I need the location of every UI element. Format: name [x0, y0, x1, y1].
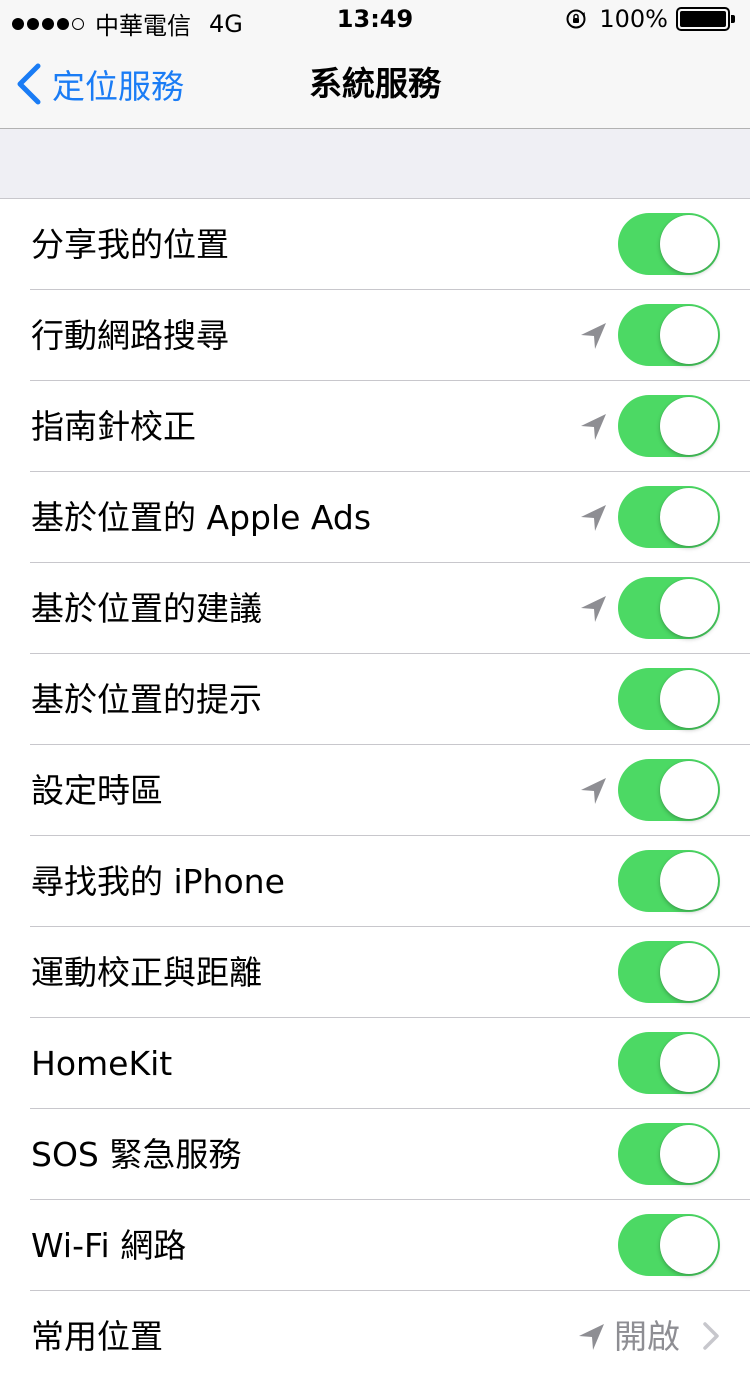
setting-toggle[interactable]	[618, 1123, 720, 1185]
setting-toggle[interactable]	[618, 1032, 720, 1094]
system-services-list: 分享我的位置 行動網路搜尋 指南針校正基於位置的 Apple Ads 基於位置的建議基…	[0, 198, 750, 1382]
rotation-lock-icon	[566, 9, 586, 29]
location-arrow-icon	[578, 321, 608, 351]
setting-toggle[interactable]	[618, 759, 720, 821]
toggle-knob	[660, 1216, 718, 1274]
setting-label: 分享我的位置	[31, 225, 229, 264]
toggle-knob	[660, 943, 718, 1001]
status-right: 100%	[565, 5, 736, 33]
chevron-right-icon	[703, 1322, 719, 1350]
setting-label: 行動網路搜尋	[31, 316, 229, 355]
setting-toggle[interactable]	[618, 1214, 720, 1276]
setting-row: 行動網路搜尋	[0, 290, 750, 381]
battery-icon	[676, 7, 736, 31]
setting-row: 基於位置的 Apple Ads	[0, 472, 750, 563]
toggle-knob	[660, 306, 718, 364]
setting-row: 分享我的位置	[0, 199, 750, 290]
setting-row: 基於位置的提示	[0, 654, 750, 745]
setting-row: 尋找我的 iPhone	[0, 836, 750, 927]
location-arrow-icon	[578, 594, 608, 624]
frequent-locations-row[interactable]: 常用位置 開啟	[0, 1291, 750, 1382]
location-arrow-icon	[578, 776, 608, 806]
setting-toggle[interactable]	[618, 668, 720, 730]
toggle-knob	[660, 761, 718, 819]
setting-row: Wi-Fi 網路	[0, 1200, 750, 1291]
setting-label: 運動校正與距離	[31, 953, 262, 992]
setting-row: 運動校正與距離	[0, 927, 750, 1018]
setting-label: 基於位置的提示	[31, 680, 262, 719]
setting-toggle[interactable]	[618, 304, 720, 366]
location-arrow-icon	[576, 1322, 606, 1352]
setting-label: Wi-Fi 網路	[31, 1226, 187, 1265]
status-bar: 中華電信 4G 13:49 100%	[0, 0, 750, 40]
location-arrow-icon	[578, 412, 608, 442]
setting-label: HomeKit	[31, 1044, 173, 1083]
setting-label: 基於位置的 Apple Ads	[31, 498, 372, 537]
toggle-knob	[660, 488, 718, 546]
toggle-knob	[660, 397, 718, 455]
setting-toggle[interactable]	[618, 395, 720, 457]
setting-toggle[interactable]	[618, 850, 720, 912]
toggle-knob	[660, 1034, 718, 1092]
setting-row: 基於位置的建議	[0, 563, 750, 654]
setting-row: 指南針校正	[0, 381, 750, 472]
setting-value: 開啟	[614, 1317, 680, 1356]
toggle-knob	[660, 852, 718, 910]
setting-row: 設定時區	[0, 745, 750, 836]
toggle-knob	[660, 670, 718, 728]
toggle-knob	[660, 215, 718, 273]
location-arrow-icon	[578, 503, 608, 533]
setting-toggle[interactable]	[618, 213, 720, 275]
setting-label: 常用位置	[31, 1317, 163, 1356]
toggle-knob	[660, 579, 718, 637]
setting-toggle[interactable]	[618, 577, 720, 639]
toggle-knob	[660, 1125, 718, 1183]
setting-label: 設定時區	[31, 771, 163, 810]
battery-percentage: 100%	[599, 5, 668, 33]
setting-toggle[interactable]	[618, 486, 720, 548]
page-title: 系統服務	[309, 64, 441, 103]
setting-label: 指南針校正	[31, 407, 196, 446]
setting-label: 基於位置的建議	[31, 589, 262, 628]
setting-toggle[interactable]	[618, 941, 720, 1003]
setting-row: HomeKit	[0, 1018, 750, 1109]
setting-label: SOS 緊急服務	[31, 1135, 242, 1174]
navigation-bar: 定位服務 系統服務	[0, 40, 750, 129]
setting-label: 尋找我的 iPhone	[31, 862, 285, 901]
setting-row: SOS 緊急服務	[0, 1109, 750, 1200]
